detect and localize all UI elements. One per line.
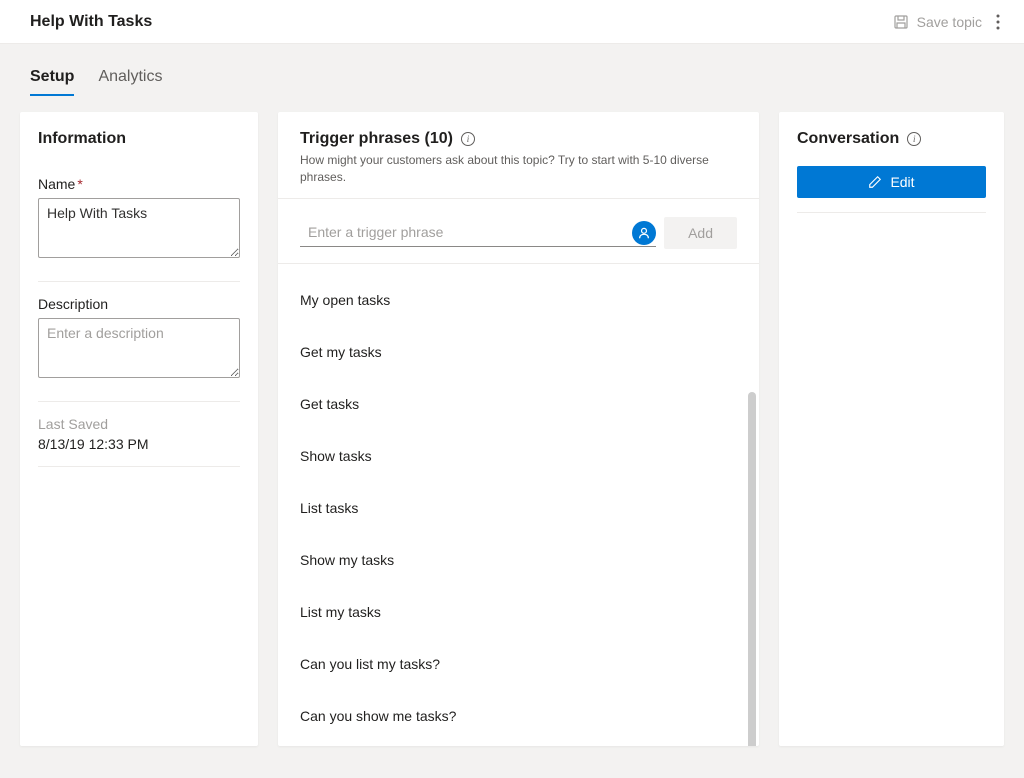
trigger-phrases-panel: Trigger phrases (10) i How might your cu… [278,112,759,746]
save-topic-button[interactable]: Save topic [893,14,982,30]
trigger-phrase-input[interactable] [300,218,656,247]
conversation-panel: Conversation i Edit [779,112,1004,746]
header-actions: Save topic [893,10,1004,34]
trigger-title-row: Trigger phrases (10) i [300,130,737,148]
divider [38,466,240,467]
information-heading: Information [38,130,240,148]
trigger-heading: Trigger phrases (10) [300,130,453,148]
tab-bar: Setup Analytics [20,44,1004,96]
tab-analytics[interactable]: Analytics [98,68,162,96]
more-options-button[interactable] [992,10,1004,34]
description-input[interactable] [38,318,240,378]
information-panel: Information Name* Description Last Saved… [20,112,258,746]
main-area: Setup Analytics Information Name* Descri… [0,44,1024,778]
trigger-subtext: How might your customers ask about this … [300,152,737,186]
scrollbar[interactable] [748,392,756,746]
info-icon[interactable]: i [907,132,921,146]
name-field-label: Name* [38,176,240,192]
pencil-icon [868,175,882,189]
list-item[interactable]: Show my tasks [300,534,737,586]
list-item[interactable]: Get my tasks [300,326,737,378]
trigger-phrase-list: My open tasks Get my tasks Get tasks Sho… [278,264,759,746]
more-vertical-icon [996,14,1000,30]
trigger-input-wrap [300,218,656,247]
tab-setup[interactable]: Setup [30,68,74,96]
trigger-header: Trigger phrases (10) i How might your cu… [278,112,759,199]
required-asterisk: * [77,176,82,192]
divider [38,401,240,402]
divider [797,212,986,213]
panels-row: Information Name* Description Last Saved… [20,112,1004,746]
last-saved-value: 8/13/19 12:33 PM [38,436,240,452]
edit-button-label: Edit [890,174,914,190]
conversation-heading-row: Conversation i [797,130,986,148]
list-item[interactable]: Get tasks [300,378,737,430]
conversation-heading: Conversation [797,130,899,148]
last-saved-label: Last Saved [38,416,240,432]
header-bar: Help With Tasks Save topic [0,0,1024,44]
list-item[interactable]: List my tasks [300,586,737,638]
info-icon[interactable]: i [461,132,475,146]
list-item[interactable]: Show tasks [300,430,737,482]
name-input[interactable] [38,198,240,258]
list-item[interactable]: My open tasks [300,274,737,326]
person-icon[interactable] [632,221,656,245]
save-topic-label: Save topic [917,14,982,30]
divider [38,281,240,282]
edit-button[interactable]: Edit [797,166,986,198]
list-item[interactable]: Can you list my tasks? [300,638,737,690]
save-icon [893,14,909,30]
description-field-label: Description [38,296,240,312]
page-title: Help With Tasks [30,13,152,31]
add-button[interactable]: Add [664,217,737,249]
list-item[interactable]: Can you show me tasks? [300,690,737,742]
trigger-input-row: Add [278,199,759,264]
list-item[interactable]: List tasks [300,482,737,534]
